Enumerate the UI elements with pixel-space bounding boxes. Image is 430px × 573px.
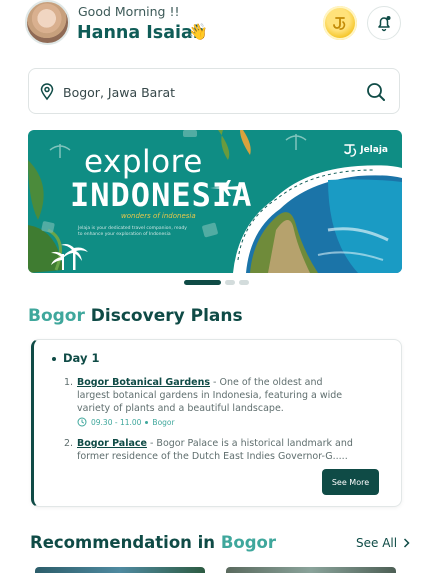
promo-banner[interactable]: explore INDONESIA wonders of indonesia J…	[28, 130, 402, 273]
see-all-link[interactable]: See All	[356, 536, 410, 550]
banner-tagline: wonders of indonesia	[121, 212, 196, 220]
banner-brand-name: Jelaja	[360, 145, 388, 155]
recommendation-card-image[interactable]	[226, 567, 396, 573]
carousel-dot[interactable]	[239, 280, 249, 285]
banner-description: Jelaja is your dedicated travel companio…	[78, 226, 187, 237]
meta-separator-icon	[145, 420, 149, 424]
search-icon[interactable]	[365, 81, 387, 103]
notification-button[interactable]	[367, 6, 401, 40]
plan-item-place-link[interactable]: Bogor Botanical Gardens	[77, 377, 210, 388]
clock-icon	[77, 417, 87, 427]
recommendation-card-image[interactable]	[35, 567, 205, 573]
location-pin-icon	[40, 83, 54, 101]
bullet-icon	[52, 356, 56, 361]
greeting-text: Good Morning !!	[78, 4, 180, 19]
recommendation-city: Bogor	[220, 533, 277, 552]
plan-item-time: 09.30 - 11.00	[91, 417, 142, 427]
chevron-right-icon	[404, 538, 410, 548]
plan-item-number: 2.	[64, 438, 74, 449]
see-more-button[interactable]: See More	[322, 469, 379, 495]
day-label: Day 1	[63, 351, 100, 365]
banner-brand: Jelaja	[343, 142, 388, 158]
carousel-indicators	[184, 280, 254, 285]
see-all-label: See All	[356, 536, 398, 550]
banner-title-line1: explore	[84, 144, 203, 180]
jelaja-coin-icon	[333, 17, 346, 30]
jelaja-coin-button[interactable]	[323, 6, 357, 40]
plan-item-location: Bogor	[152, 417, 175, 427]
plan-item-place-link[interactable]: Bogor Palace	[77, 438, 147, 449]
jelaja-logo-icon	[344, 144, 357, 157]
day-heading: Day 1	[52, 351, 99, 365]
location-search-input[interactable]	[61, 79, 355, 105]
user-name: Hanna Isaiah	[77, 23, 206, 43]
plan-item: 1. Bogor Botanical Gardens - One of the …	[64, 376, 354, 415]
carousel-dot[interactable]	[225, 280, 235, 285]
recommendation-title: Recommendation in	[30, 533, 216, 552]
bell-icon	[378, 16, 391, 32]
discovery-city: Bogor	[28, 306, 85, 326]
plan-item-meta: 09.30 - 11.00 Bogor	[77, 417, 175, 427]
banner-title-line2: INDONESIA	[70, 176, 253, 214]
location-search-bar[interactable]	[28, 68, 400, 114]
user-avatar[interactable]	[25, 0, 70, 45]
discovery-plan-card[interactable]: Day 1 1. Bogor Botanical Gardens - One o…	[31, 339, 402, 507]
wave-emoji: 👋	[188, 22, 208, 41]
discovery-title-rest: Discovery Plans	[90, 306, 243, 326]
plan-item: 2. Bogor Palace - Bogor Palace is a hist…	[64, 437, 354, 463]
discovery-section-title: Bogor Discovery Plans	[28, 306, 243, 326]
recommendation-section-title: Recommendation in Bogor	[30, 533, 276, 552]
plan-item-number: 1.	[64, 377, 74, 388]
carousel-dot-active[interactable]	[184, 280, 221, 285]
